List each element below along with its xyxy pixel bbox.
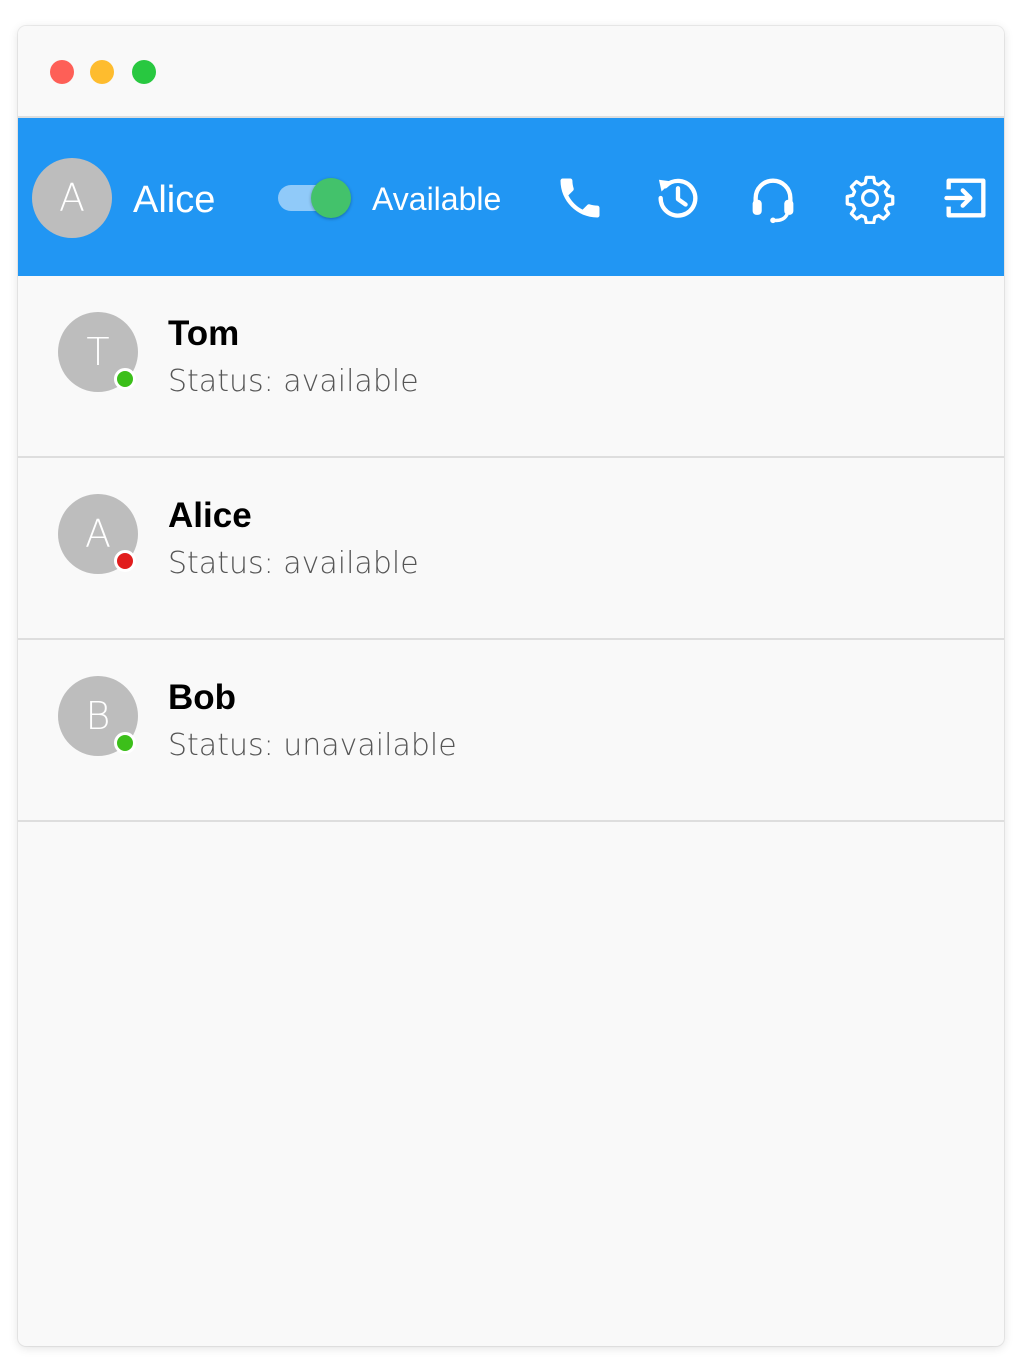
contact-status: Status: available [168,546,419,581]
contact-row-bob[interactable]: B Bob Status: unavailable [18,640,1004,822]
history-icon [658,178,698,218]
contact-status: Status: unavailable [168,728,457,763]
contact-row-tom[interactable]: T Tom Status: available [18,276,1004,458]
current-user-name: Alice [133,179,216,221]
logout-button[interactable] [938,170,994,226]
contact-row-alice[interactable]: A Alice Status: available [18,458,1004,640]
availability-label: Available [372,181,502,217]
settings-button[interactable] [842,170,898,226]
contact-name: Tom [168,314,240,353]
contact-name: Bob [168,678,237,717]
phone-icon [560,178,600,218]
contact-name: Alice [168,496,252,535]
zoom-window-button[interactable] [132,60,156,84]
availability-toggle[interactable] [276,178,354,218]
app-bar: A Alice Available [18,118,1004,276]
call-button[interactable] [552,170,608,226]
toggle-thumb [311,178,351,218]
history-button[interactable] [650,170,706,226]
app-window: A Alice Available T Tom Status: availabl… [18,26,1004,1346]
headset-icon [752,178,794,224]
presence-indicator [114,732,136,754]
settings-gear-icon [845,175,895,224]
minimize-window-button[interactable] [90,60,114,84]
close-window-button[interactable] [50,60,74,84]
contact-list: T Tom Status: available A Alice Status: … [18,276,1004,822]
title-bar [18,26,1004,118]
logout-icon [944,178,986,218]
contact-status: Status: available [168,364,419,399]
presence-indicator [114,550,136,572]
headset-button[interactable] [745,170,801,226]
presence-indicator [114,368,136,390]
current-user-avatar: A [32,158,112,238]
